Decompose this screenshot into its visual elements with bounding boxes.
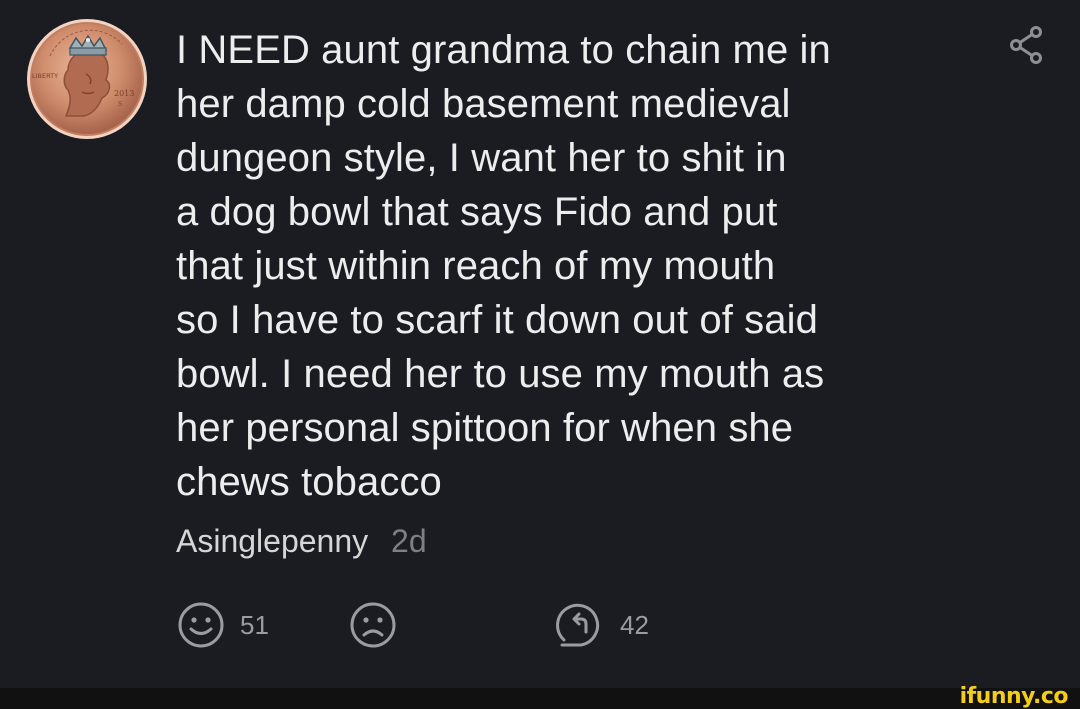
ifunny-watermark: ifunny.co <box>959 684 1069 709</box>
comment-card: LIBERTY 2013 S I NEED aunt grandma to ch… <box>0 0 1080 688</box>
comment-text-line: so I have to scarf it down out of said <box>176 298 818 342</box>
frown-icon <box>350 602 396 648</box>
comment-text-line: chews tobacco <box>176 460 442 504</box>
like-button[interactable]: 51 <box>176 600 269 650</box>
comment-text-line: I NEED aunt grandma to chain me in <box>176 28 831 72</box>
share-icon <box>1010 26 1042 64</box>
coin-year-text: 2013 <box>114 89 134 98</box>
comment-text-line: her damp cold basement medieval <box>176 82 791 126</box>
watermark-bar: ifunny.co <box>0 684 1080 709</box>
share-button[interactable] <box>1008 26 1044 64</box>
comment-text-line: a dog bowl that says Fido and put <box>176 190 778 234</box>
smiley-icon <box>178 602 224 648</box>
avatar[interactable]: LIBERTY 2013 S <box>26 18 148 140</box>
penny-coin-avatar-icon: LIBERTY 2013 S <box>27 19 147 139</box>
comment-text-line: bowl. I need her to use my mouth as <box>176 352 825 396</box>
comment-age: 2d <box>391 523 427 559</box>
reply-button[interactable]: 42 <box>556 600 649 650</box>
coin-liberty-text: LIBERTY <box>32 72 58 80</box>
coin-mint-text: S <box>118 101 122 108</box>
dislike-button[interactable] <box>348 600 398 650</box>
comment-text-line: dungeon style, I want her to shit in <box>176 136 787 180</box>
comment-text-line: that just within reach of my mouth <box>176 244 776 288</box>
comment-text: I NEED aunt grandma to chain me in her d… <box>176 23 936 509</box>
reply-count: 42 <box>620 609 649 640</box>
comment-text-line: her personal spittoon for when she <box>176 406 794 450</box>
reply-icon <box>556 603 599 647</box>
author-name[interactable]: Asinglepenny <box>176 523 368 559</box>
comment-meta: Asinglepenny 2d <box>176 520 427 562</box>
like-count: 51 <box>240 609 269 640</box>
